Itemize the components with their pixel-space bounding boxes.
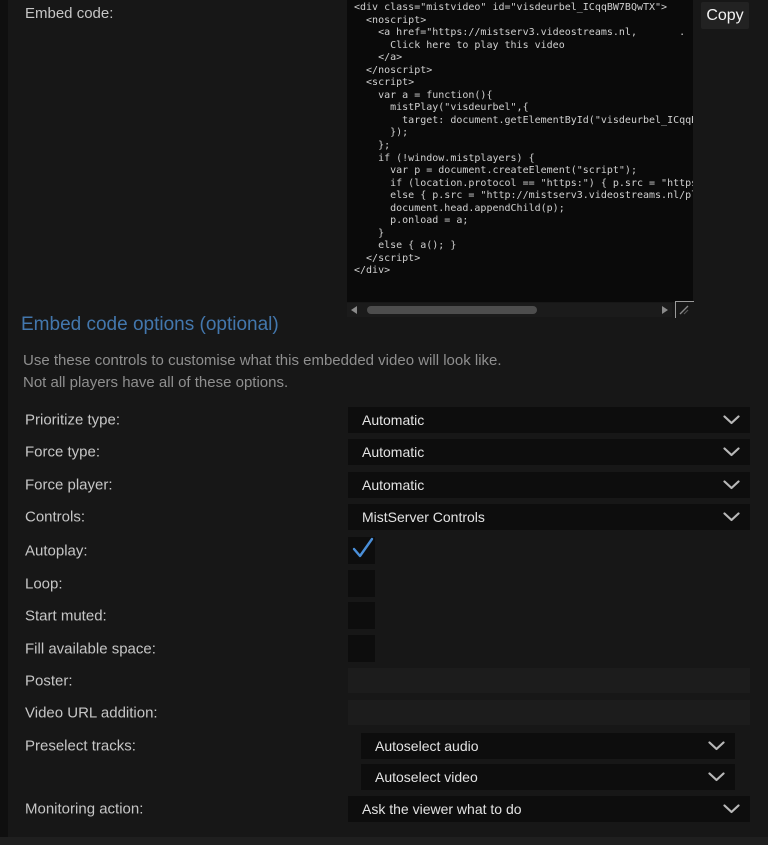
preselect-audio-value: Autoselect audio bbox=[375, 738, 479, 754]
row-controls: Controls: MistServer Controls bbox=[0, 504, 768, 530]
loop-label: Loop: bbox=[25, 575, 63, 592]
monitoring-action-value: Ask the viewer what to do bbox=[362, 801, 522, 817]
copy-button[interactable]: Copy bbox=[701, 2, 749, 29]
row-video-url-addition: Video URL addition: bbox=[0, 700, 768, 725]
start-muted-checkbox[interactable] bbox=[348, 602, 375, 629]
monitoring-action-select[interactable]: Ask the viewer what to do bbox=[348, 796, 750, 822]
row-fill-available-space: Fill available space: bbox=[0, 635, 768, 662]
textarea-resize-grip-icon[interactable] bbox=[675, 301, 694, 318]
row-start-muted: Start muted: bbox=[0, 602, 768, 629]
fill-available-space-checkbox[interactable] bbox=[348, 635, 375, 662]
bottom-divider bbox=[0, 837, 768, 845]
controls-value: MistServer Controls bbox=[362, 509, 485, 525]
scrollbar-thumb[interactable] bbox=[367, 306, 537, 314]
embed-code-label: Embed code: bbox=[25, 5, 113, 22]
preselect-video-value: Autoselect video bbox=[375, 769, 478, 785]
row-force-type: Force type: Automatic bbox=[0, 439, 768, 465]
preselect-tracks-label: Preselect tracks: bbox=[25, 738, 136, 755]
loop-checkbox[interactable] bbox=[348, 570, 375, 597]
start-muted-label: Start muted: bbox=[25, 607, 107, 624]
row-preselect-tracks: Preselect tracks: Autoselect audio Autos… bbox=[0, 733, 768, 790]
controls-select[interactable]: MistServer Controls bbox=[348, 504, 750, 530]
video-url-addition-input[interactable] bbox=[348, 700, 750, 725]
options-description: Use these controls to customise what thi… bbox=[23, 350, 502, 393]
row-autoplay: Autoplay: bbox=[0, 537, 768, 564]
force-player-value: Automatic bbox=[362, 477, 424, 493]
chevron-down-icon bbox=[723, 480, 740, 490]
force-type-value: Automatic bbox=[362, 444, 424, 460]
preselect-audio-select[interactable]: Autoselect audio bbox=[361, 733, 735, 759]
description-line-1: Use these controls to customise what thi… bbox=[23, 350, 502, 372]
embed-code-textarea[interactable]: <div class="mistvideo" id="visdeurbel_IC… bbox=[347, 0, 693, 302]
embed-settings-page: Embed code: <div class="mistvideo" id="v… bbox=[0, 0, 768, 845]
options-section-heading: Embed code options (optional) bbox=[21, 314, 279, 336]
video-url-addition-label: Video URL addition: bbox=[25, 704, 158, 721]
embed-code-horizontal-scrollbar[interactable] bbox=[347, 303, 672, 317]
row-poster: Poster: bbox=[0, 668, 768, 693]
force-player-select[interactable]: Automatic bbox=[348, 472, 750, 498]
poster-input[interactable] bbox=[348, 668, 750, 693]
force-player-label: Force player: bbox=[25, 477, 113, 494]
chevron-down-icon bbox=[723, 804, 740, 814]
chevron-down-icon bbox=[723, 447, 740, 457]
description-line-2: Not all players have all of these option… bbox=[23, 372, 502, 394]
row-force-player: Force player: Automatic bbox=[0, 472, 768, 498]
scroll-right-arrow-icon[interactable] bbox=[662, 306, 668, 314]
chevron-down-icon bbox=[723, 512, 740, 522]
checkmark-icon bbox=[350, 535, 376, 561]
row-loop: Loop: bbox=[0, 570, 768, 597]
row-monitoring-action: Monitoring action: Ask the viewer what t… bbox=[0, 796, 768, 822]
poster-label: Poster: bbox=[25, 672, 73, 689]
chevron-down-icon bbox=[708, 741, 725, 751]
autoplay-label: Autoplay: bbox=[25, 542, 88, 559]
row-prioritize-type: Prioritize type: Automatic bbox=[0, 407, 768, 433]
autoplay-checkbox[interactable] bbox=[348, 537, 375, 564]
prioritize-type-label: Prioritize type: bbox=[25, 412, 120, 429]
prioritize-type-select[interactable]: Automatic bbox=[348, 407, 750, 433]
force-type-select[interactable]: Automatic bbox=[348, 439, 750, 465]
chevron-down-icon bbox=[708, 772, 725, 782]
preselect-video-select[interactable]: Autoselect video bbox=[361, 764, 735, 790]
embed-code-content: <div class="mistvideo" id="visdeurbel_IC… bbox=[347, 0, 693, 278]
controls-label: Controls: bbox=[25, 509, 85, 526]
chevron-down-icon bbox=[723, 415, 740, 425]
scroll-left-arrow-icon[interactable] bbox=[351, 306, 357, 314]
prioritize-type-value: Automatic bbox=[362, 412, 424, 428]
force-type-label: Force type: bbox=[25, 444, 100, 461]
fill-available-space-label: Fill available space: bbox=[25, 640, 156, 657]
monitoring-action-label: Monitoring action: bbox=[25, 801, 143, 818]
